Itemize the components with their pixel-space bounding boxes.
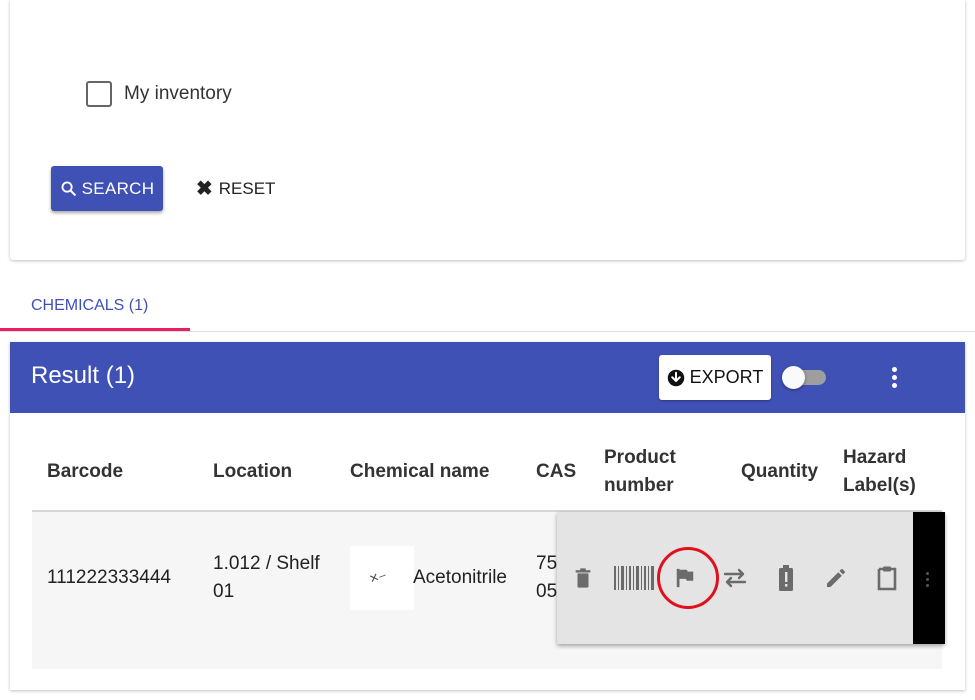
column-header-quantity[interactable]: Quantity: [741, 458, 818, 486]
row-actions-panel: [557, 512, 945, 644]
search-icon: [61, 181, 76, 196]
print-barcode-button[interactable]: [612, 564, 656, 592]
reset-button-label: RESET: [218, 178, 276, 198]
result-card: Result (1) EXPORT Barcode Location Chemi…: [10, 342, 965, 690]
battery-alert-icon: [779, 565, 793, 591]
pencil-icon: [827, 569, 845, 587]
result-toolbar: Result (1) EXPORT: [10, 342, 965, 413]
column-header-chemical-name[interactable]: Chemical name: [350, 458, 489, 486]
column-header-cas[interactable]: CAS: [536, 458, 576, 486]
export-button[interactable]: EXPORT: [659, 355, 771, 400]
download-circle-icon: [667, 369, 684, 386]
active-tab-indicator: [0, 328, 190, 331]
my-inventory-checkbox[interactable]: My inventory: [86, 81, 232, 107]
clipboard-icon: [877, 566, 897, 591]
transfer-button[interactable]: [721, 564, 749, 592]
quantity-alert-button[interactable]: [772, 564, 800, 592]
transfer-arrows-icon: [723, 568, 747, 588]
trash-icon: [575, 568, 591, 588]
structure-thumbnail: ✕–: [350, 546, 414, 610]
column-header-location[interactable]: Location: [213, 458, 292, 486]
search-button-label: SEARCH: [81, 178, 155, 198]
export-button-label: EXPORT: [689, 367, 764, 387]
view-toggle-switch[interactable]: [782, 366, 826, 389]
tab-chemicals-label: CHEMICALS (1): [31, 296, 149, 314]
my-inventory-label: My inventory: [124, 83, 232, 104]
edit-button[interactable]: [822, 564, 850, 592]
search-filter-card: My inventory SEARCH ✖ RESET: [10, 0, 965, 260]
molecule-structure-icon: ✕–: [367, 567, 388, 587]
cell-chemical-name: Acetonitrile: [413, 567, 507, 588]
delete-button[interactable]: [569, 564, 597, 592]
cell-location: 1.012 / Shelf 01: [213, 553, 320, 602]
reset-button[interactable]: ✖ RESET: [196, 166, 275, 211]
column-header-hazard-labels[interactable]: Hazard Label(s): [843, 444, 928, 500]
clipboard-button[interactable]: [873, 564, 901, 592]
more-options-icon[interactable]: [882, 362, 906, 392]
checkbox-box[interactable]: [86, 81, 112, 107]
search-button[interactable]: SEARCH: [51, 166, 163, 211]
row-actions-more[interactable]: [913, 512, 945, 644]
toggle-thumb[interactable]: [782, 366, 805, 389]
result-tabs: CHEMICALS (1): [0, 280, 975, 332]
column-header-barcode[interactable]: Barcode: [47, 458, 123, 486]
cell-barcode: 111222333444: [47, 567, 171, 588]
barcode-icon: [614, 566, 654, 590]
close-icon: ✖: [196, 178, 213, 200]
result-title: Result (1): [31, 362, 136, 389]
tab-chemicals[interactable]: CHEMICALS (1): [0, 280, 190, 331]
column-header-product-number[interactable]: Product number: [604, 444, 694, 500]
flag-highlight-circle: [657, 547, 719, 609]
more-vertical-icon: [926, 570, 929, 588]
